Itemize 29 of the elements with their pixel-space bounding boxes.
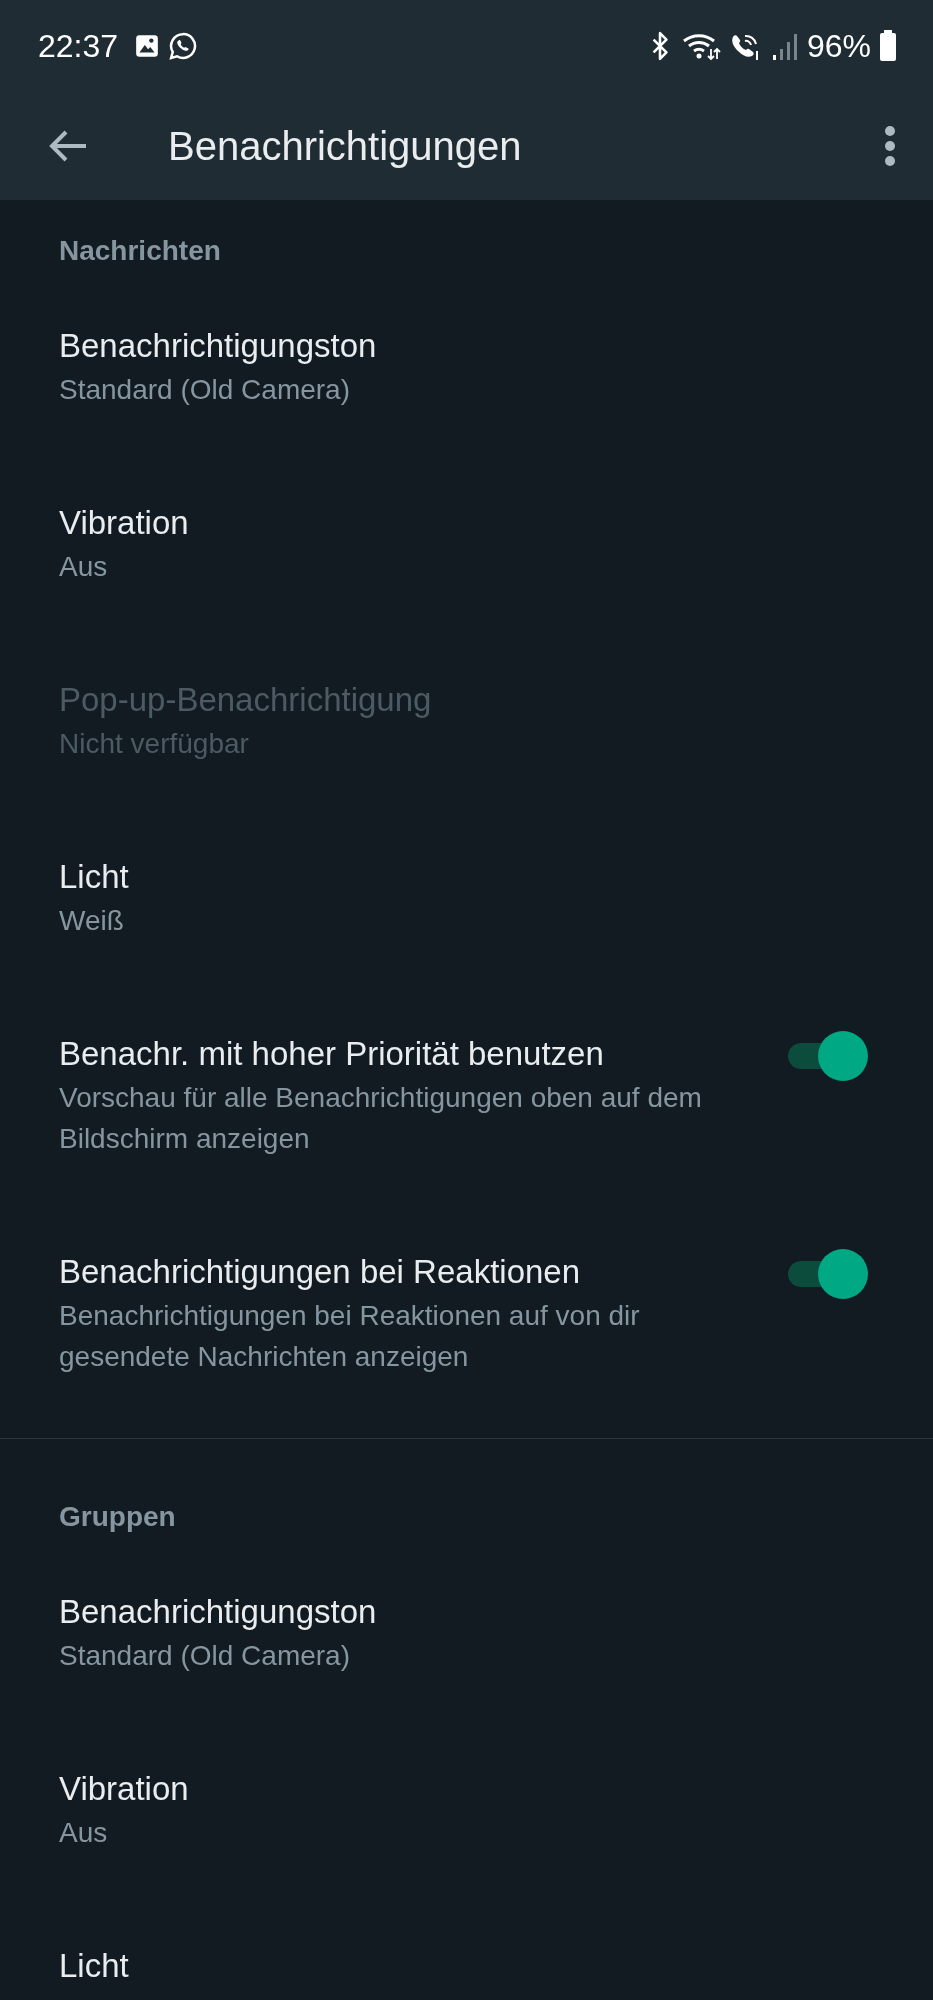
setting-title[interactable]: Benachrichtigungston [59, 1589, 874, 1635]
setting-title[interactable]: Benachr. mit hoher Priorität benutzen [59, 1031, 758, 1077]
battery-icon [879, 30, 897, 62]
setting-value: Aus [59, 1816, 109, 1850]
back-icon[interactable] [48, 129, 88, 163]
setting-value: Standard (Old Camera) [59, 373, 351, 407]
toggle-switch[interactable] [788, 1031, 868, 1081]
battery-level: 96% [806, 27, 871, 66]
signal-icon [770, 31, 799, 61]
status-time: 22:37 [38, 27, 119, 66]
setting-value: Aus [59, 550, 109, 584]
screen-title: Benachrichtigungen [168, 123, 522, 170]
setting-value: Standard (Old Camera) [59, 1639, 351, 1673]
setting-value: Vorschau für alle Benachrichtigungen oben auf dem Bildschirm anzeigen [59, 1081, 703, 1156]
menu-icon[interactable] [883, 125, 897, 167]
setting-value: Nicht verfügbar [59, 727, 250, 761]
setting-title[interactable]: Benachrichtigungen bei Reaktionen [59, 1249, 758, 1295]
setting-title[interactable]: Licht [59, 854, 874, 900]
setting-value: Weiß [59, 904, 125, 938]
setting-title[interactable]: Vibration [59, 1766, 874, 1812]
image-icon [134, 33, 161, 59]
setting-title[interactable]: Licht [59, 1943, 874, 1989]
section-header: Nachrichten [58, 234, 222, 268]
setting-value: Benachrichtigungen bei Reaktionen auf von dir gesendete Nachrichten anzeigen [59, 1299, 641, 1374]
setting-title[interactable]: Vibration [59, 500, 874, 546]
section-header: Gruppen [58, 1500, 177, 1534]
setting-title[interactable]: Benachrichtigungston [59, 323, 874, 369]
toggle-switch[interactable] [788, 1249, 868, 1299]
chat-icon [168, 31, 199, 61]
